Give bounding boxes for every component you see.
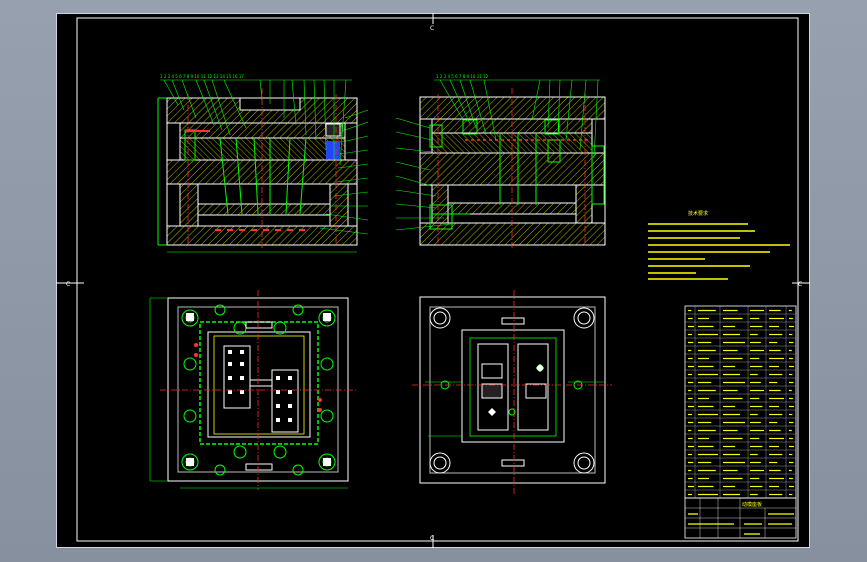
section-view-left: 1 2 3 4 5 6 7 8 9 10 11 12 13 14 15 16 1… bbox=[157, 74, 369, 253]
section-view-right: 1 2 3 4 5 6 7 8 9 10 11 12 bbox=[395, 74, 606, 250]
notes-heading: 技术要求 bbox=[688, 210, 708, 217]
technical-notes: 技术要求 bbox=[648, 210, 790, 280]
svg-text:1 2 3 4 5 6 7 8 9 10 11 12: 1 2 3 4 5 6 7 8 9 10 11 12 bbox=[436, 74, 489, 79]
plan-view-right bbox=[412, 290, 612, 495]
title-block: 动模座板 bbox=[684, 497, 797, 539]
label-left-c: C bbox=[66, 281, 70, 288]
drawing-canvas: C C C C 1 2 3 4 5 6 7 8 9 10 11 12 13 14… bbox=[56, 13, 810, 548]
label-top-c: C bbox=[430, 25, 434, 32]
plan-view-left bbox=[149, 290, 356, 490]
cad-viewport[interactable]: C C C C 1 2 3 4 5 6 7 8 9 10 11 12 13 14… bbox=[0, 0, 867, 562]
label-right-c: C bbox=[798, 281, 802, 288]
title-block-name: 动模座板 bbox=[742, 501, 762, 508]
label-bottom-c: C bbox=[430, 535, 434, 542]
parts-list bbox=[684, 305, 797, 499]
svg-text:1 2 3 4 5 6 7 8 9 10 11 12 13: 1 2 3 4 5 6 7 8 9 10 11 12 13 14 15 16 1… bbox=[160, 74, 244, 79]
